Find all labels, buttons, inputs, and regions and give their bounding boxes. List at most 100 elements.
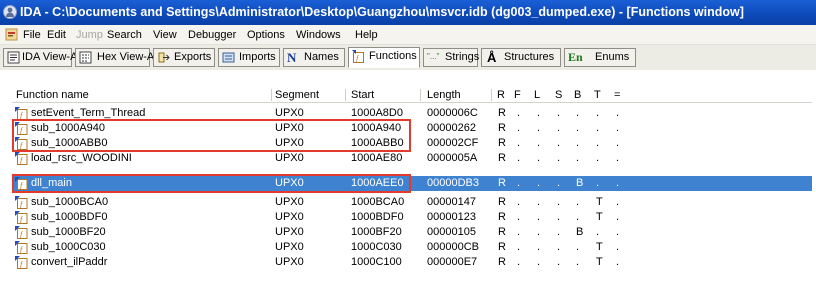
flag-r: R: [498, 152, 506, 164]
flag-s: .: [557, 137, 561, 149]
flag-b: B: [576, 226, 584, 238]
function-length: 00000DB3: [427, 177, 479, 189]
tab-exports[interactable]: Exports: [153, 48, 215, 67]
function-row[interactable]: f sub_1000C030 UPX0 1000C030 000000CB R …: [12, 240, 812, 255]
function-row-selected[interactable]: f dll_main UPX0 1000AEE0 00000DB3 R . . …: [12, 176, 812, 191]
flag-t: .: [596, 107, 600, 119]
mdi-child-icon[interactable]: [5, 28, 18, 41]
tab-imports[interactable]: Imports: [218, 48, 280, 67]
flag-b: .: [576, 196, 580, 208]
function-row[interactable]: f convert_ilPaddr UPX0 1000C100 000000E7…: [12, 255, 812, 270]
function-row[interactable]: f setEvent_Term_Thread UPX0 1000A8D0 000…: [12, 106, 812, 121]
column-header-t[interactable]: T: [594, 89, 601, 102]
function-length: 00000123: [427, 211, 476, 223]
menu-help[interactable]: Help: [355, 28, 378, 42]
function-icon: f: [15, 226, 28, 239]
function-start: 1000ABB0: [351, 137, 404, 149]
column-header-segment[interactable]: Segment: [275, 89, 319, 102]
flag-t: T: [596, 256, 603, 268]
function-icon: f: [15, 241, 28, 254]
column-header-r[interactable]: R: [497, 89, 505, 102]
window-titlebar[interactable]: IDA - C:\Documents and Settings\Administ…: [0, 0, 816, 25]
function-row[interactable]: f sub_1000BDF0 UPX0 1000BDF0 00000123 R …: [12, 210, 812, 225]
function-row[interactable]: f load_rsrc_WOODINI UPX0 1000AE80 000000…: [12, 151, 812, 166]
flag-s: .: [557, 152, 561, 164]
flag-f: .: [517, 152, 521, 164]
menu-windows[interactable]: Windows: [296, 28, 341, 42]
tab-functions[interactable]: f Functions: [348, 47, 420, 68]
flag-f: .: [517, 107, 521, 119]
function-row[interactable]: f sub_1000A940 UPX0 1000A940 00000262 R …: [12, 121, 812, 136]
flag-b: .: [576, 211, 580, 223]
function-icon: f: [15, 177, 28, 190]
flag-l: .: [537, 226, 541, 238]
column-separator: [271, 89, 272, 101]
menu-jump[interactable]: Jump: [76, 28, 103, 42]
window-title: IDA - C:\Documents and Settings\Administ…: [20, 5, 744, 19]
flag-f: .: [517, 241, 521, 253]
menu-options[interactable]: Options: [247, 28, 285, 42]
function-start: 1000C100: [351, 256, 402, 268]
flag-l: .: [537, 107, 541, 119]
function-start: 1000C030: [351, 241, 402, 253]
flag-s: .: [557, 196, 561, 208]
flag-r: R: [498, 137, 506, 149]
function-row[interactable]: f sub_1000BCA0 UPX0 1000BCA0 00000147 R …: [12, 195, 812, 210]
flag-s: .: [557, 241, 561, 253]
column-header-s[interactable]: S: [555, 89, 562, 102]
function-start: 1000BDF0: [351, 211, 404, 223]
flag-eq: .: [616, 211, 620, 223]
column-header-f[interactable]: F: [514, 89, 521, 102]
function-icon: f: [15, 122, 28, 135]
enums-icon: En: [568, 50, 583, 64]
function-name: load_rsrc_WOODINI: [31, 152, 132, 164]
flag-s: .: [557, 107, 561, 119]
function-length: 00000262: [427, 122, 476, 134]
function-length: 00000105: [427, 226, 476, 238]
function-row[interactable]: f sub_1000ABB0 UPX0 1000ABB0 000002CF R …: [12, 136, 812, 151]
column-header-eq[interactable]: =: [614, 89, 620, 102]
flag-l: .: [537, 211, 541, 223]
tab-enums[interactable]: En Enums: [564, 48, 636, 67]
column-header-b[interactable]: B: [574, 89, 581, 102]
flag-eq: .: [616, 177, 620, 189]
function-name: sub_1000BCA0: [31, 196, 109, 208]
function-segment: UPX0: [275, 107, 304, 119]
function-icon: f: [15, 211, 28, 224]
menu-view[interactable]: View: [153, 28, 177, 42]
function-row[interactable]: f sub_1000BF20 UPX0 1000BF20 00000105 R …: [12, 225, 812, 240]
menu-debugger[interactable]: Debugger: [188, 28, 236, 42]
flag-r: R: [498, 196, 506, 208]
flag-r: R: [498, 122, 506, 134]
tab-names[interactable]: N Names: [283, 48, 345, 67]
function-start: 1000AEE0: [351, 177, 404, 189]
menu-file[interactable]: File: [23, 28, 41, 42]
flag-eq: .: [616, 107, 620, 119]
function-segment: UPX0: [275, 256, 304, 268]
flag-t: T: [596, 196, 603, 208]
function-name: convert_ilPaddr: [31, 256, 108, 268]
function-segment: UPX0: [275, 226, 304, 238]
flag-f: .: [517, 137, 521, 149]
flag-r: R: [498, 177, 506, 189]
column-header-function-name[interactable]: Function name: [16, 89, 89, 102]
tab-ida-view-a[interactable]: IDA View-A: [3, 48, 77, 67]
function-start: 1000BCA0: [351, 196, 405, 208]
flag-eq: .: [616, 137, 620, 149]
flag-l: .: [537, 137, 541, 149]
menu-bar: File Edit Jump Search View Debugger Opti…: [0, 25, 816, 45]
tab-hex-view-a[interactable]: Hex View-A: [75, 48, 154, 67]
tab-strings[interactable]: "..." Strings: [423, 48, 479, 67]
menu-search[interactable]: Search: [107, 28, 142, 42]
column-header-start[interactable]: Start: [351, 89, 374, 102]
function-start: 1000BF20: [351, 226, 402, 238]
menu-edit[interactable]: Edit: [47, 28, 66, 42]
flag-s: .: [557, 177, 561, 189]
flag-t: .: [596, 122, 600, 134]
column-header-length[interactable]: Length: [427, 89, 461, 102]
function-length: 000002CF: [427, 137, 479, 149]
column-header-l[interactable]: L: [534, 89, 540, 102]
flag-t: .: [596, 226, 600, 238]
tab-structures[interactable]: Å Structures: [481, 48, 561, 67]
flag-b: .: [576, 256, 580, 268]
